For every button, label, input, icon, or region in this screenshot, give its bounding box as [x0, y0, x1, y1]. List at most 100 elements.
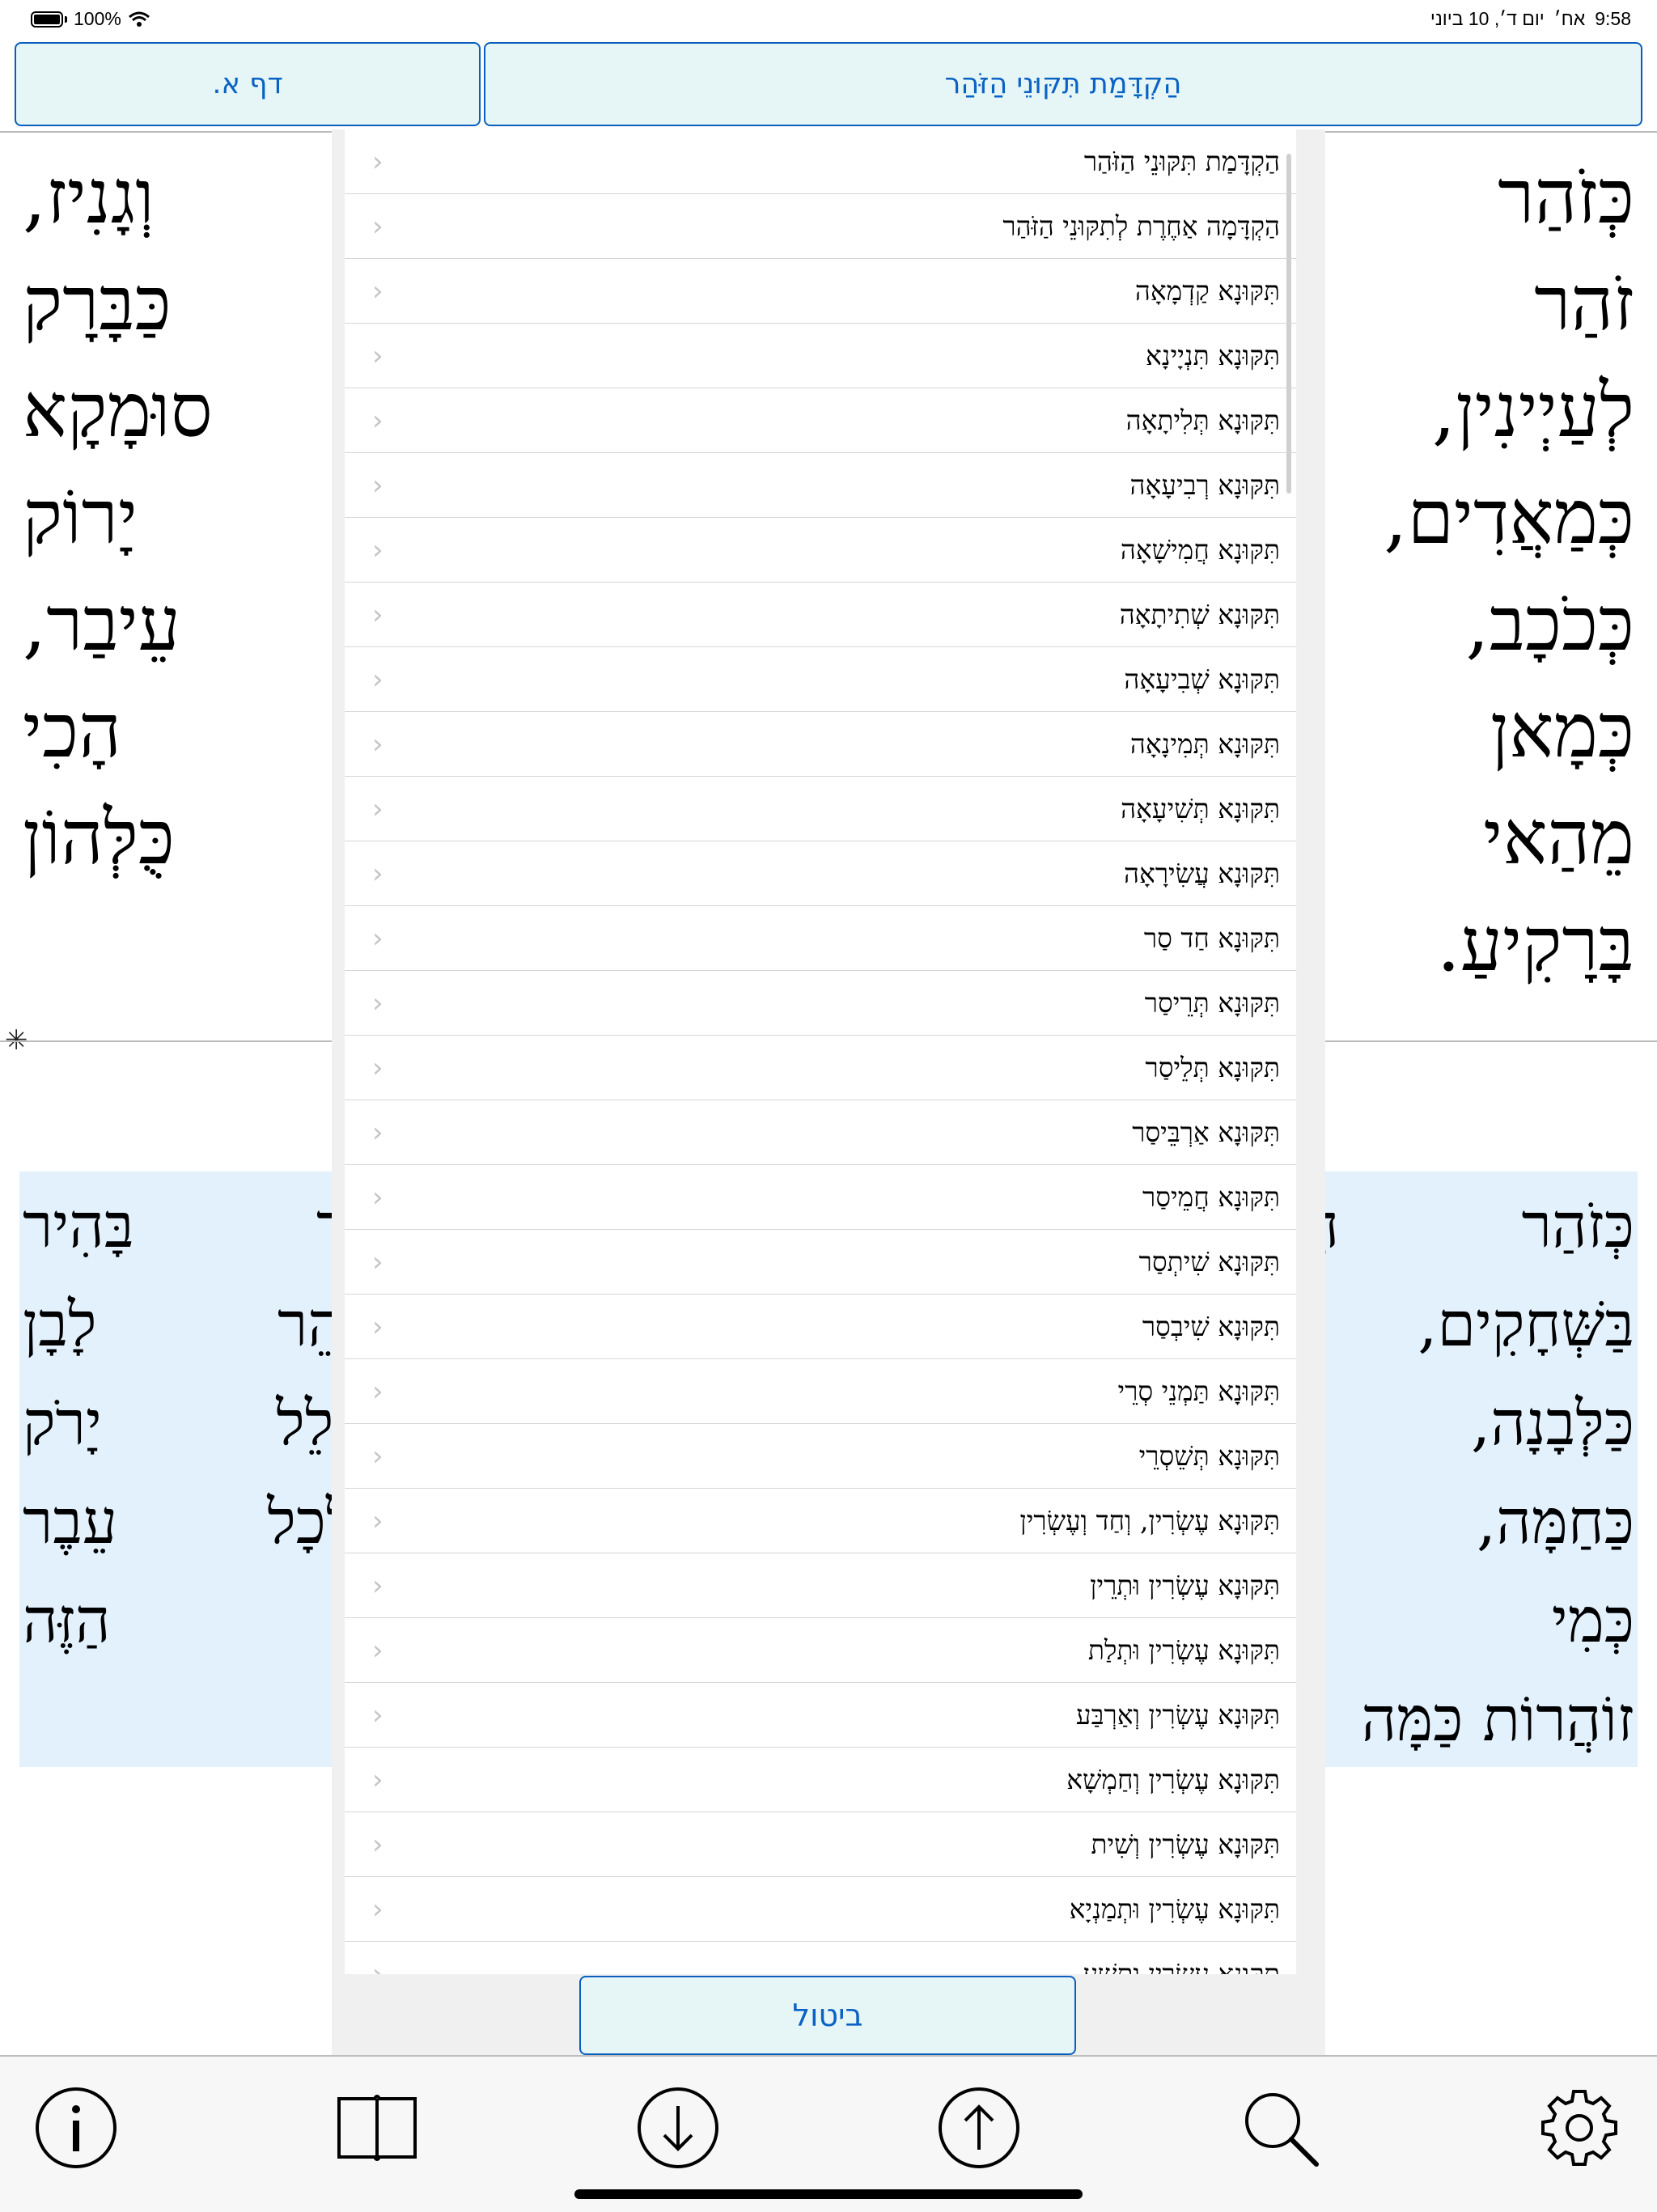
chevron-left-icon: ‹	[372, 1634, 384, 1667]
bottom-toolbar	[0, 2055, 1657, 2212]
arrow-up-circle-icon	[939, 2087, 1019, 2168]
section-list-item[interactable]: תִּקּוּנָא תִּנְיָינָא ‹	[345, 324, 1296, 388]
section-list-item[interactable]: תִּקּוּנָא שִׁיבְסַר ‹	[345, 1295, 1296, 1359]
section-list-item[interactable]: תִּקּוּנָא תְּלֵיסַר ‹	[345, 1036, 1296, 1100]
section-list-item[interactable]: תִּקּוּנָא תְּרֵיסַר ‹	[345, 971, 1296, 1036]
chevron-left-icon: ‹	[372, 469, 384, 502]
home-indicator[interactable]	[574, 2189, 1083, 2199]
status-date: יום ד׳, 10 ביוני	[1430, 8, 1545, 29]
section-list-item[interactable]: תִּקּוּנָא חֲמֵיסַר ‹	[345, 1165, 1296, 1230]
section-item-label: תִּקּוּנָא שְׁתִיתָאָה	[1119, 599, 1280, 630]
section-item-label: תִּקּוּנָא עֶשְׂרִין וּתְמַנְיָא	[1069, 1893, 1280, 1925]
section-list-item[interactable]: תִּקּוּנָא עֶשְׂרִין וּתְמַנְיָא ‹	[345, 1877, 1296, 1942]
info-icon	[36, 2087, 117, 2168]
chevron-left-icon: ‹	[372, 987, 384, 1019]
section-list-item[interactable]: תִּקּוּנָא חֲמִישָׁאָה ‹	[345, 518, 1296, 583]
section-list-item[interactable]: תִּקּוּנָא רְבִיעָאָה ‹	[345, 453, 1296, 518]
section-list-item[interactable]: תִּקּוּנָא תְּמִינָאָה ‹	[345, 712, 1296, 777]
section-item-label: תִּקּוּנָא שִׁיבְסַר	[1142, 1311, 1280, 1342]
search-icon	[1245, 2093, 1319, 2167]
arrow-down-circle-icon	[638, 2087, 718, 2168]
section-item-label: הַקְדָּמַת תִּקּוּנֵי הַזֹּהַר	[1083, 146, 1280, 177]
section-item-label: תִּקּוּנָא עֶשְׂרִין וּתְלַת	[1087, 1634, 1280, 1666]
section-list-item[interactable]: תִּקּוּנָא עֶשְׂרִין וְחַמְשָׁא ‹	[345, 1748, 1296, 1812]
section-item-label: תִּקּוּנָא עֶשְׂרִין וְשִׁית	[1091, 1829, 1280, 1860]
section-list[interactable]: הַקְדָּמַת תִּקּוּנֵי הַזֹּהַר ‹ הַקְדָּמָ…	[345, 129, 1296, 1974]
section-list-item[interactable]: תִּקּוּנָא שִׁיתְסַר ‹	[345, 1230, 1296, 1295]
section-item-label: תִּקּוּנָא עֶשְׂרִין וּתְשַׁע	[1083, 1958, 1280, 1974]
section-list-item[interactable]: תִּקּוּנָא חַד סַר ‹	[345, 906, 1296, 971]
page-select-button[interactable]: דף א.	[15, 42, 481, 126]
section-list-item[interactable]: הַקְדָּמָה אַחֶרֶת לְתִקּוּנֵי הַזֹּהַר ‹	[345, 194, 1296, 259]
chevron-left-icon: ‹	[372, 1181, 384, 1214]
section-item-label: תִּקּוּנָא תְּלִיתָאָה	[1125, 405, 1280, 436]
chevron-left-icon: ‹	[372, 1375, 384, 1408]
section-list-item[interactable]: תִּקּוּנָא עֶשְׂרִין וְשִׁית ‹	[345, 1812, 1296, 1877]
section-list-item[interactable]: תִּקּוּנָא עֶשְׂרִין וּתְלַת ‹	[345, 1618, 1296, 1683]
chevron-left-icon: ‹	[372, 922, 384, 955]
chevron-left-icon: ‹	[372, 1893, 384, 1926]
section-list-item[interactable]: תִּקּוּנָא עֶשְׂרִין וּתְרֵין ‹	[345, 1553, 1296, 1618]
section-picker-popover: הַקְדָּמַת תִּקּוּנֵי הַזֹּהַר ‹ הַקְדָּמָ…	[332, 129, 1325, 2055]
status-time: 9:58	[1595, 8, 1631, 29]
info-button[interactable]	[28, 2079, 125, 2176]
chevron-left-icon: ‹	[372, 340, 384, 372]
section-item-label: הַקְדָּמָה אַחֶרֶת לְתִקּוּנֵי הַזֹּהַר	[1002, 210, 1280, 242]
battery-level: 100%	[74, 8, 121, 29]
chevron-left-icon: ‹	[372, 1117, 384, 1149]
section-item-label: תִּקּוּנָא תְּמִינָאָה	[1129, 728, 1280, 760]
section-list-item[interactable]: תִּקּוּנָא אַרְבֵּיסַר ‹	[345, 1100, 1296, 1165]
previous-button[interactable]	[930, 2079, 1028, 2176]
section-item-label: תִּקּוּנָא שְׁבִיעָאָה	[1124, 663, 1280, 695]
section-list-item[interactable]: הַקְדָּמַת תִּקּוּנֵי הַזֹּהַר ‹	[345, 129, 1296, 194]
chevron-left-icon: ‹	[372, 405, 384, 437]
chevron-left-icon: ‹	[372, 728, 384, 761]
chevron-left-icon: ‹	[372, 1958, 384, 1974]
settings-button[interactable]	[1531, 2079, 1628, 2176]
chevron-left-icon: ‹	[372, 1311, 384, 1343]
chevron-left-icon: ‹	[372, 1570, 384, 1602]
section-list-item[interactable]: תִּקּוּנָא תְּשִׁיעָאָה ‹	[345, 777, 1296, 841]
section-list-item[interactable]: תִּקּוּנָא קַדְמָאָה ‹	[345, 259, 1296, 324]
chevron-left-icon: ‹	[372, 275, 384, 307]
section-item-label: תִּקּוּנָא עֶשְׂרִין וְחַמְשָׁא	[1066, 1764, 1280, 1795]
section-item-label: תִּקּוּנָא אַרְבֵּיסַר	[1132, 1117, 1280, 1148]
section-list-item[interactable]: תִּקּוּנָא עֶשְׂרִין וּתְשַׁע ‹	[345, 1942, 1296, 1974]
section-list-item[interactable]: תִּקּוּנָא תְּשֵׁסְרֵי ‹	[345, 1424, 1296, 1489]
section-item-label: תִּקּוּנָא תְּרֵיסַר	[1144, 987, 1280, 1019]
section-item-label: תִּקּוּנָא עֶשְׂרִין וּתְרֵין	[1090, 1570, 1280, 1601]
search-button[interactable]	[1231, 2079, 1329, 2176]
cancel-button[interactable]: ביטול	[579, 1976, 1076, 2055]
section-list-item[interactable]: תִּקּוּנָא עֶשְׂרִין, וְחַד וְעֶשְׂרִין ‹	[345, 1489, 1296, 1553]
chevron-left-icon: ‹	[372, 1052, 384, 1084]
battery-tip	[65, 15, 67, 23]
status-ampm: אח׳	[1553, 8, 1586, 29]
chevron-left-icon: ‹	[372, 534, 384, 566]
chevron-left-icon: ‹	[372, 146, 384, 178]
battery-icon	[31, 11, 63, 28]
chevron-left-icon: ‹	[372, 793, 384, 825]
section-list-item[interactable]: תִּקּוּנָא תַּמְנֵי סְרֵי ‹	[345, 1359, 1296, 1424]
section-item-label: תִּקּוּנָא עֶשְׂרִין, וְחַד וְעֶשְׂרִין	[1019, 1505, 1280, 1536]
status-bar: 100% 9:58 אח׳ יום ד׳, 10 ביוני	[0, 0, 1657, 39]
section-select-button[interactable]: הַקְדָּמַת תִּקּוּנֵי הַזֹּהַר	[484, 42, 1642, 126]
section-list-item[interactable]: תִּקּוּנָא עֲשִׂירָאָה ‹	[345, 841, 1296, 906]
next-button[interactable]	[629, 2079, 727, 2176]
chevron-left-icon: ‹	[372, 599, 384, 631]
section-list-item[interactable]: תִּקּוּנָא תְּלִיתָאָה ‹	[345, 388, 1296, 453]
section-list-item[interactable]: תִּקּוּנָא שְׁבִיעָאָה ‹	[345, 647, 1296, 712]
section-item-label: תִּקּוּנָא תְּלֵיסַר	[1145, 1052, 1280, 1083]
section-item-label: תִּקּוּנָא רְבִיעָאָה	[1129, 469, 1280, 501]
chevron-left-icon: ‹	[372, 210, 384, 243]
section-list-item[interactable]: תִּקּוּנָא עֶשְׂרִין וְאַרְבַּע ‹	[345, 1683, 1296, 1748]
section-list-item[interactable]: תִּקּוּנָא שְׁתִיתָאָה ‹	[345, 583, 1296, 647]
contents-button[interactable]	[328, 2079, 426, 2176]
chevron-left-icon: ‹	[372, 663, 384, 696]
chevron-left-icon: ‹	[372, 1246, 384, 1278]
chevron-left-icon: ‹	[372, 858, 384, 890]
wifi-icon	[128, 11, 150, 27]
status-right: 9:58 אח׳ יום ד׳, 10 ביוני	[1430, 8, 1631, 30]
chevron-left-icon: ‹	[372, 1829, 384, 1861]
status-left: 100%	[31, 8, 150, 30]
section-item-label: תִּקּוּנָא שִׁיתְסַר	[1138, 1246, 1280, 1278]
